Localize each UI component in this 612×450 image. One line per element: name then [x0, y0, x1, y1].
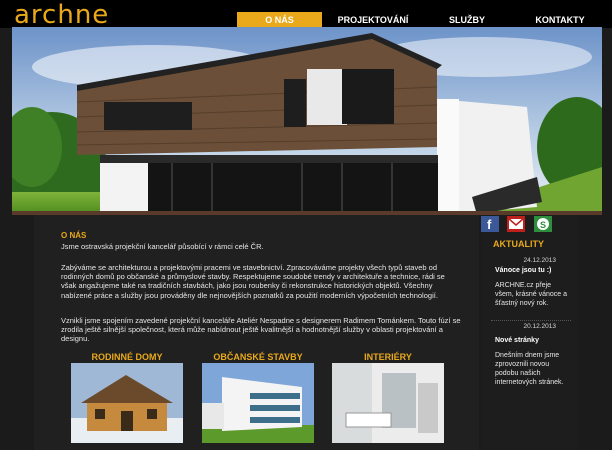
email-icon[interactable]: [507, 216, 525, 232]
svg-text:f: f: [487, 217, 492, 232]
about-intro: Jsme ostravská projekční kancelář působí…: [61, 242, 264, 251]
thumb-rodinne-domy[interactable]: [71, 363, 183, 443]
news-title: AKTUALITY: [493, 239, 544, 249]
news-item-title[interactable]: Nové stránky: [495, 337, 539, 344]
news-divider: [491, 320, 571, 321]
category-title-interiery[interactable]: INTERIÉRY: [332, 352, 444, 362]
category-title-rodinne-domy[interactable]: RODINNÉ DOMY: [71, 352, 183, 362]
category-title-obcanske-stavby[interactable]: OBČANSKÉ STAVBY: [202, 352, 314, 362]
nav-o-nas[interactable]: O NÁS: [237, 12, 322, 28]
news-item-text: Dnešním dnem jsme zprovoznili novou podo…: [495, 352, 564, 386]
news-item-text: ARCHNE.cz přeje všem, krásné vánoce a šť…: [495, 282, 567, 307]
skype-icon[interactable]: S: [534, 216, 552, 232]
about-paragraph-1: Zabýváme se architekturou a projektovými…: [61, 263, 445, 300]
thumb-interiery[interactable]: [332, 363, 444, 443]
nav-kontakty[interactable]: KONTAKTY: [522, 12, 598, 28]
news-sidebar: [481, 215, 578, 450]
news-item-title[interactable]: Vánoce jsou tu :): [495, 267, 551, 274]
about-paragraph-2: Vznikli jsme spojením zavedené projekční…: [61, 316, 461, 344]
svg-text:S: S: [540, 220, 546, 230]
logo[interactable]: ARCHNE: [14, 0, 109, 30]
nav-projektovani[interactable]: PROJEKTOVÁNÍ: [330, 12, 416, 28]
facebook-icon[interactable]: f: [481, 216, 499, 232]
nav-sluzby[interactable]: SLUŽBY: [432, 12, 502, 28]
about-title: O NÁS: [61, 231, 87, 240]
news-date: 20.12.2013: [523, 323, 556, 330]
hero-image: [12, 27, 602, 215]
thumb-obcanske-stavby[interactable]: [202, 363, 314, 443]
news-date: 24.12.2013: [523, 257, 556, 264]
